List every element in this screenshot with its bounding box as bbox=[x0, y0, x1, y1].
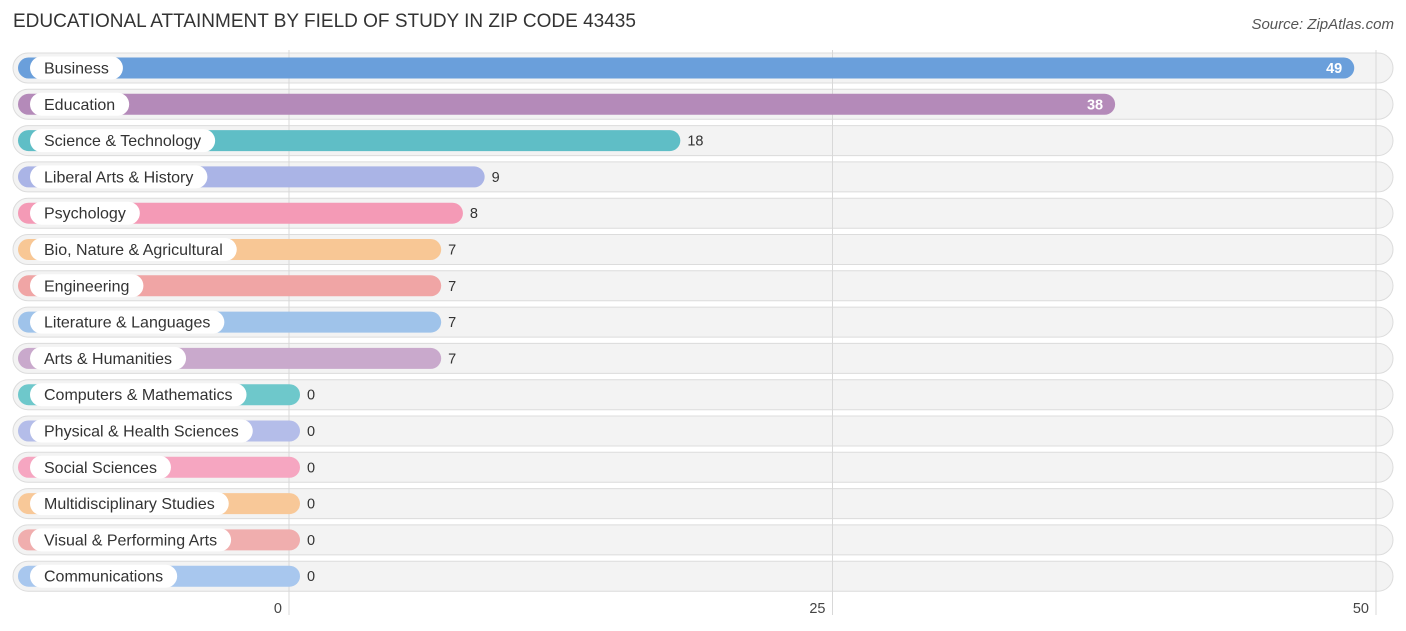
category-label: Communications bbox=[44, 569, 163, 586]
category-label: Literature & Languages bbox=[44, 315, 210, 332]
value-label: 18 bbox=[687, 134, 703, 150]
value-label: 0 bbox=[307, 533, 315, 549]
bar[interactable] bbox=[18, 93, 1116, 115]
category-label: Physical & Health Sciences bbox=[44, 424, 239, 441]
category-label: Engineering bbox=[44, 278, 129, 295]
value-label: 7 bbox=[448, 315, 456, 331]
value-label: 0 bbox=[307, 388, 315, 404]
category-label: Bio, Nature & Agricultural bbox=[44, 242, 223, 259]
value-label: 0 bbox=[307, 569, 315, 585]
category-label: Business bbox=[44, 61, 109, 78]
value-label: 7 bbox=[448, 243, 456, 259]
value-label: 49 bbox=[1326, 61, 1342, 77]
value-label: 0 bbox=[307, 460, 315, 476]
category-label: Education bbox=[44, 97, 115, 114]
bar-chart: Business 49 Education 38 Science & Technolog… bbox=[12, 50, 1394, 617]
value-label: 38 bbox=[1087, 97, 1103, 113]
category-label: Multidisciplinary Studies bbox=[44, 496, 215, 513]
value-label: 9 bbox=[492, 170, 500, 186]
bar[interactable] bbox=[18, 57, 1355, 79]
category-label: Computers & Mathematics bbox=[44, 387, 233, 404]
x-tick-label: 25 bbox=[809, 601, 825, 617]
category-label: Liberal Arts & History bbox=[44, 169, 193, 186]
x-tick-label: 0 bbox=[274, 601, 282, 617]
x-tick-label: 50 bbox=[1353, 601, 1369, 617]
category-label: Visual & Performing Arts bbox=[44, 532, 217, 549]
value-label: 7 bbox=[448, 351, 456, 367]
value-label: 7 bbox=[448, 279, 456, 295]
value-label: 0 bbox=[307, 424, 315, 440]
category-label: Science & Technology bbox=[44, 133, 201, 150]
value-label: 0 bbox=[307, 497, 315, 513]
category-label: Social Sciences bbox=[44, 460, 157, 477]
category-label: Psychology bbox=[44, 206, 126, 223]
category-label: Arts & Humanities bbox=[44, 351, 172, 368]
value-label: 8 bbox=[470, 206, 478, 222]
